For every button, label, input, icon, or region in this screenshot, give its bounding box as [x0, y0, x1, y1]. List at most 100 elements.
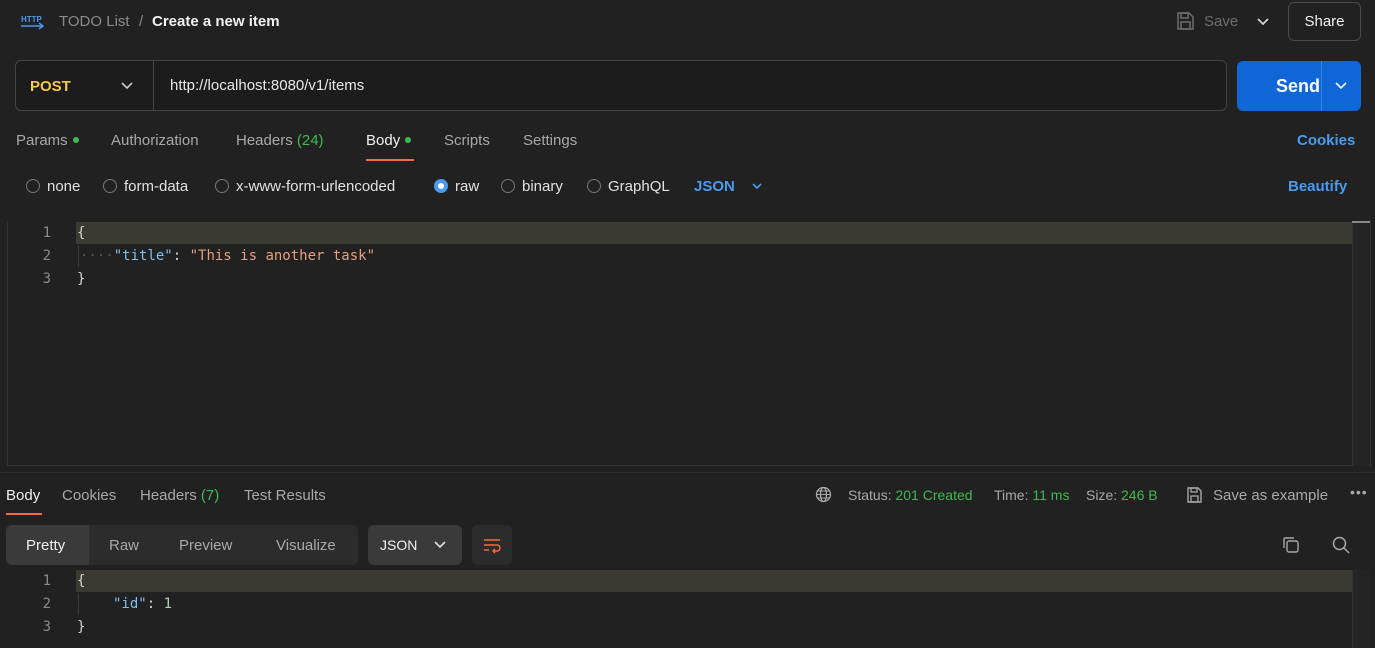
code-line: "id": 1 — [113, 596, 172, 612]
radio-raw-label[interactable]: raw — [455, 178, 479, 195]
response-headers-label: Headers — [140, 487, 197, 504]
breadcrumb-separator: / — [139, 13, 144, 30]
indent-guide — [78, 593, 79, 615]
wrap-lines-button[interactable] — [472, 525, 512, 565]
http-icon: HTTP — [21, 15, 44, 30]
send-label: Send — [1276, 76, 1321, 96]
headers-count: (24) — [296, 132, 324, 149]
whitespace-marker: ···· — [80, 248, 114, 264]
current-line-highlight — [76, 570, 1352, 592]
json-key: "title" — [113, 248, 173, 264]
tab-scripts[interactable]: Scripts — [444, 132, 490, 149]
radio-graphql-label[interactable]: GraphQL — [608, 178, 670, 195]
editor-scroll-thumb[interactable] — [1352, 221, 1370, 223]
radio-urlencoded-label[interactable]: x-www-form-urlencoded — [236, 178, 395, 195]
save-as-example-button[interactable]: Save as example — [1213, 487, 1328, 504]
code-line: ····"title": "This is another task" — [80, 248, 375, 264]
chevron-down-icon — [121, 82, 133, 90]
beautify-button[interactable]: Beautify — [1288, 178, 1347, 195]
status-label: Status: — [848, 487, 892, 503]
radio-form-data[interactable] — [103, 179, 117, 193]
response-format-select[interactable]: JSON — [368, 525, 462, 565]
time: Time: 11 ms — [994, 487, 1069, 503]
code-line: } — [77, 619, 86, 635]
editor-scrollbar[interactable] — [1352, 221, 1370, 466]
time-label: Time: — [994, 487, 1029, 503]
code-line: } — [77, 271, 86, 287]
cookies-link[interactable]: Cookies — [1297, 132, 1355, 149]
radio-form-data-label[interactable]: form-data — [124, 178, 188, 195]
json-value: 1 — [163, 596, 173, 612]
json-colon: : — [146, 596, 164, 612]
radio-binary[interactable] — [501, 179, 515, 193]
line-number: 2 — [42, 248, 51, 264]
radio-urlencoded[interactable] — [215, 179, 229, 193]
size: Size: 246 B — [1086, 487, 1158, 503]
send-button[interactable]: Send — [1237, 61, 1361, 111]
tab-authorization[interactable]: Authorization — [111, 132, 199, 149]
time-value: 11 ms — [1032, 487, 1070, 503]
method-label: POST — [30, 78, 71, 95]
url-input[interactable]: http://localhost:8080/v1/items — [170, 77, 364, 94]
radio-binary-label[interactable]: binary — [522, 178, 563, 195]
search-icon[interactable] — [1331, 535, 1351, 555]
top-bar: HTTP TODO List / Create a new item Save … — [0, 0, 1375, 44]
page-title[interactable]: Create a new item — [152, 13, 280, 30]
view-pretty[interactable]: Pretty — [26, 537, 65, 554]
chevron-down-icon[interactable] — [1250, 10, 1276, 34]
tab-body[interactable]: Body — [366, 132, 412, 149]
response-tab-indicator — [6, 513, 42, 515]
size-label: Size: — [1086, 487, 1118, 503]
radio-none-label[interactable]: none — [47, 178, 80, 195]
indent-guide — [78, 245, 79, 267]
chevron-down-icon[interactable] — [1333, 78, 1349, 94]
breadcrumb-collection[interactable]: TODO List — [59, 13, 130, 30]
code-line: { — [77, 573, 86, 589]
radio-raw[interactable] — [434, 179, 448, 193]
current-line-highlight — [76, 222, 1352, 244]
method-select[interactable]: POST — [16, 61, 154, 110]
tab-params-label: Params — [16, 132, 68, 149]
json-key: "id" — [113, 596, 147, 612]
chevron-down-icon — [434, 541, 446, 549]
response-tab-body[interactable]: Body — [6, 487, 40, 504]
tab-headers[interactable]: Headers (24) — [236, 132, 324, 149]
line-number: 1 — [42, 225, 51, 241]
tab-settings[interactable]: Settings — [523, 132, 577, 149]
json-value: "This is another task" — [189, 248, 376, 264]
body-format-select[interactable]: JSON — [694, 178, 735, 195]
line-number: 3 — [42, 619, 51, 635]
response-tab-cookies[interactable]: Cookies — [62, 487, 116, 504]
radio-graphql[interactable] — [587, 179, 601, 193]
tab-body-label: Body — [366, 132, 401, 149]
chevron-down-icon[interactable] — [750, 179, 764, 193]
send-divider — [1321, 61, 1322, 111]
size-value: 246 B — [1121, 487, 1158, 503]
view-preview[interactable]: Preview — [179, 537, 232, 554]
share-button[interactable]: Share — [1288, 2, 1361, 41]
radio-none[interactable] — [26, 179, 40, 193]
copy-icon[interactable] — [1281, 535, 1301, 555]
view-visualize[interactable]: Visualize — [276, 537, 336, 554]
line-number: 2 — [42, 596, 51, 612]
pane-divider[interactable] — [0, 472, 1375, 473]
save-button[interactable]: Save — [1204, 13, 1238, 30]
view-raw[interactable]: Raw — [109, 537, 139, 554]
response-tab-headers[interactable]: Headers (7) — [140, 487, 219, 504]
line-number: 1 — [42, 573, 51, 589]
params-dot — [72, 137, 79, 144]
status: Status: 201 Created — [848, 487, 973, 503]
wrap-lines-icon — [484, 539, 501, 554]
more-icon[interactable]: ••• — [1350, 484, 1368, 500]
response-scrollbar[interactable] — [1352, 570, 1370, 648]
save-example-icon[interactable] — [1186, 486, 1203, 504]
code-line: { — [77, 225, 86, 241]
save-icon — [1177, 12, 1194, 30]
tab-params[interactable]: Params — [16, 132, 79, 149]
body-dot — [405, 137, 412, 144]
line-number: 3 — [42, 271, 51, 287]
json-colon: : — [172, 248, 190, 264]
globe-icon[interactable] — [815, 486, 832, 503]
response-format-label: JSON — [380, 537, 418, 553]
response-tab-test-results[interactable]: Test Results — [244, 487, 326, 504]
